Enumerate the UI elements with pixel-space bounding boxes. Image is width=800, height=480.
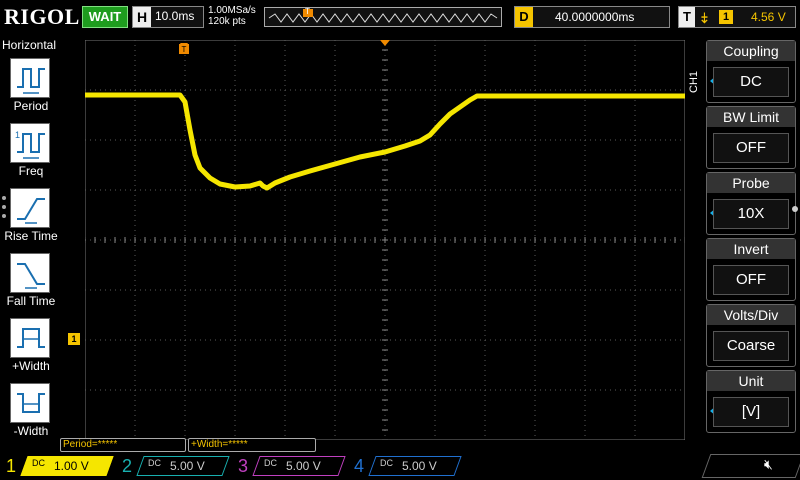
measure-panel: Horizontal Period 1 Freq Rise Time Fall … — [0, 38, 60, 438]
channel-4-indicator[interactable]: 4 DC 5.00 V — [350, 454, 462, 478]
speaker-mute-icon: 🔇︎ — [764, 456, 773, 472]
trigger-label: T — [679, 7, 695, 27]
trigger-source: 1 — [719, 10, 733, 24]
rise-time-icon — [17, 198, 45, 224]
waveform-display[interactable]: T — [85, 40, 685, 440]
channel-3-coupling-icon: DC — [264, 458, 277, 468]
channel-1-indicator[interactable]: 1 DC 1.00 V — [2, 454, 114, 478]
channel-1-scale: 1.00 V — [54, 459, 89, 473]
coupling-value: DC — [713, 67, 789, 97]
memory-waveform-icon — [268, 9, 498, 23]
fall-time-icon — [17, 263, 45, 289]
channel-4-coupling-icon: DC — [380, 458, 393, 468]
channel-2-coupling-icon: DC — [148, 458, 161, 468]
channel-4-scale: 5.00 V — [402, 459, 437, 473]
invert-title: Invert — [707, 239, 795, 259]
run-status-badge[interactable]: WAIT — [82, 6, 128, 28]
delay-label: D — [515, 7, 533, 27]
probe-value: 10X — [713, 199, 789, 229]
invert-menu-item[interactable]: Invert OFF — [706, 238, 796, 301]
coupling-menu-item[interactable]: Coupling DC — [706, 40, 796, 103]
sample-rate: 1.00MSa/s — [208, 5, 256, 16]
positive-width-icon — [17, 328, 45, 348]
memory-depth: 120k pts — [208, 16, 246, 27]
period-icon — [17, 68, 45, 94]
coupling-title: Coupling — [707, 41, 795, 61]
bw-limit-title: BW Limit — [707, 107, 795, 127]
unit-menu-item[interactable]: Unit [V] — [706, 370, 796, 433]
channel-2-scale: 5.00 V — [170, 459, 205, 473]
channel-3-number: 3 — [237, 456, 248, 476]
negative-width-icon — [17, 393, 45, 413]
positive-width-button[interactable] — [10, 318, 50, 358]
top-status-bar: RIGOL WAIT H 10.0ms 1.00MSa/s 120k pts T… — [0, 0, 800, 38]
memory-trigger-marker: T — [305, 7, 310, 16]
memory-overview-strip[interactable]: T — [264, 7, 502, 27]
channel-1-coupling-icon: DC — [32, 458, 45, 468]
svg-text:1: 1 — [15, 130, 20, 140]
probe-menu-item[interactable]: Probe 10X — [706, 172, 796, 235]
channel-4-number: 4 — [353, 456, 364, 476]
timebase-label: H — [133, 7, 151, 27]
fall-time-label: Fall Time — [6, 294, 56, 308]
freq-label: Freq — [18, 164, 44, 178]
negative-width-button[interactable] — [10, 383, 50, 423]
channel-1-number: 1 — [5, 456, 16, 476]
ch1-ground-marker[interactable]: 1 — [68, 333, 80, 345]
channel-3-scale: 5.00 V — [286, 459, 321, 473]
width-readout: +Width=***** — [188, 438, 316, 452]
channel-2-number: 2 — [121, 456, 132, 476]
panel-title: Horizontal — [2, 38, 57, 52]
timebase-indicator[interactable]: H 10.0ms — [132, 6, 204, 28]
sound-button[interactable] — [701, 454, 800, 478]
page-dots — [2, 196, 6, 223]
bw-limit-value: OFF — [713, 133, 789, 163]
probe-title: Probe — [707, 173, 795, 193]
period-button[interactable] — [10, 58, 50, 98]
invert-value: OFF — [713, 265, 789, 295]
rise-time-label: Rise Time — [4, 229, 58, 243]
unit-value: [V] — [713, 397, 789, 427]
bw-limit-menu-item[interactable]: BW Limit OFF — [706, 106, 796, 169]
freq-icon: 1 — [15, 130, 45, 159]
volts-div-value: Coarse — [713, 331, 789, 361]
trigger-indicator[interactable]: T ⤈ 1 4.56 V — [678, 6, 796, 28]
menu-page-dot — [792, 206, 798, 212]
rise-time-button[interactable] — [10, 188, 50, 228]
unit-title: Unit — [707, 371, 795, 391]
volts-div-menu-item[interactable]: Volts/Div Coarse — [706, 304, 796, 367]
falling-edge-icon: ⤈ — [701, 9, 708, 25]
negative-width-label: -Width — [13, 424, 49, 438]
period-label: Period — [13, 99, 49, 113]
rigol-logo: RIGOL — [4, 4, 80, 29]
trigger-level: 4.56 V — [751, 10, 786, 24]
channel-tab: CH1 — [688, 71, 700, 94]
freq-button[interactable]: 1 — [10, 123, 50, 163]
trigger-time-marker-label: T — [182, 45, 187, 54]
timebase-value: 10.0ms — [155, 9, 195, 23]
delay-indicator[interactable]: D 40.0000000ms — [514, 6, 670, 28]
period-readout: Period=***** — [60, 438, 186, 452]
fall-time-button[interactable] — [10, 253, 50, 293]
channel-2-indicator[interactable]: 2 DC 5.00 V — [118, 454, 230, 478]
volts-div-title: Volts/Div — [707, 305, 795, 325]
delay-value: 40.0000000ms — [555, 10, 635, 24]
acquisition-info: 1.00MSa/s 120k pts — [208, 5, 256, 27]
channel-3-indicator[interactable]: 3 DC 5.00 V — [234, 454, 346, 478]
positive-width-label: +Width — [12, 359, 50, 373]
